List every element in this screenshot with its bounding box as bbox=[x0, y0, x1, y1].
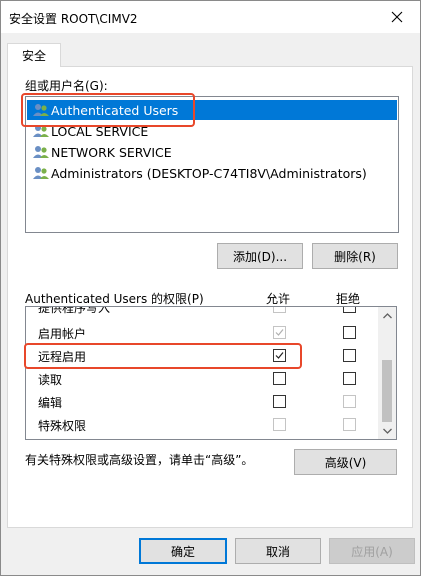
deny-checkbox[interactable] bbox=[343, 326, 356, 339]
deny-checkbox[interactable] bbox=[343, 307, 356, 313]
users-group-icon bbox=[33, 146, 49, 158]
window-title: 安全设置 ROOT\CIMV2 bbox=[9, 12, 138, 26]
chevron-up-icon bbox=[382, 312, 392, 318]
user-list[interactable]: Authenticated Users LOCAL SERVICE NETWOR… bbox=[25, 96, 399, 233]
permission-name: 启用帐户 bbox=[38, 327, 87, 341]
list-item-administrators[interactable]: Administrators (DESKTOP-C74TI8V\Administ… bbox=[27, 163, 397, 183]
allow-column-header: 允许 bbox=[266, 292, 291, 306]
permissions-title: Authenticated Users 的权限(P) bbox=[25, 292, 204, 306]
list-item-local-service[interactable]: LOCAL SERVICE bbox=[27, 121, 397, 141]
permission-name: 特殊权限 bbox=[38, 419, 87, 433]
permission-row: 远程启用 bbox=[26, 344, 378, 367]
scroll-up-arrow[interactable] bbox=[378, 307, 396, 324]
remove-button[interactable]: 删除(R) bbox=[312, 243, 398, 269]
checkmark-icon bbox=[275, 352, 284, 359]
allow-checkbox[interactable] bbox=[273, 395, 286, 408]
advanced-button[interactable]: 高级(V) bbox=[294, 449, 397, 475]
allow-checkbox[interactable] bbox=[273, 349, 286, 362]
deny-column-header: 拒绝 bbox=[336, 292, 361, 306]
group-users-label: 组或用户名(G): bbox=[25, 79, 108, 93]
list-item-network-service[interactable]: NETWORK SERVICE bbox=[27, 142, 397, 162]
advanced-help-text: 有关特殊权限或高级设置，请单击“高级”。 bbox=[25, 453, 254, 467]
permission-name: 提供程序写入 bbox=[38, 306, 111, 315]
scroll-down-arrow[interactable] bbox=[378, 422, 396, 439]
allow-checkbox bbox=[273, 418, 286, 431]
cancel-button[interactable]: 取消 bbox=[235, 538, 321, 564]
allow-checkbox bbox=[273, 307, 286, 313]
permission-row: 启用帐户 bbox=[26, 321, 378, 344]
close-button[interactable] bbox=[374, 1, 420, 33]
permission-name: 读取 bbox=[38, 373, 63, 387]
users-group-icon bbox=[33, 104, 49, 116]
tab-security-label: 安全 bbox=[21, 49, 46, 63]
list-item-label: LOCAL SERVICE bbox=[51, 123, 149, 139]
permissions-list[interactable]: 提供程序写入 启用帐户 远程启用 读取 编辑 特殊权限 bbox=[25, 306, 397, 440]
allow-checkbox[interactable] bbox=[273, 372, 286, 385]
list-item-authenticated-users[interactable]: Authenticated Users bbox=[27, 100, 397, 120]
scroll-thumb[interactable] bbox=[382, 360, 392, 422]
deny-checkbox bbox=[343, 418, 356, 431]
close-icon bbox=[391, 11, 403, 23]
chevron-down-icon bbox=[382, 428, 392, 434]
list-item-label: Administrators (DESKTOP-C74TI8V\Administ… bbox=[51, 165, 367, 181]
title-bar: 安全设置 ROOT\CIMV2 bbox=[1, 1, 420, 33]
list-item-label: Authenticated Users bbox=[51, 102, 179, 118]
allow-checkbox bbox=[273, 326, 286, 339]
list-item-label: NETWORK SERVICE bbox=[51, 144, 172, 160]
users-group-icon bbox=[33, 125, 49, 137]
tab-security[interactable]: 安全 bbox=[7, 43, 61, 67]
permissions-scrollbar[interactable] bbox=[378, 307, 396, 439]
security-settings-dialog: 安全设置 ROOT\CIMV2 安全 组或用户名(G): Authenticat… bbox=[0, 0, 421, 576]
deny-checkbox bbox=[343, 395, 356, 408]
permission-row: 读取 bbox=[26, 367, 378, 390]
permission-row: 编辑 bbox=[26, 390, 378, 413]
checkmark-icon bbox=[275, 329, 284, 336]
ok-button[interactable]: 确定 bbox=[139, 538, 227, 564]
deny-checkbox[interactable] bbox=[343, 349, 356, 362]
permission-row: 特殊权限 bbox=[26, 413, 378, 436]
permission-row: 提供程序写入 bbox=[26, 306, 378, 318]
apply-button: 应用(A) bbox=[329, 538, 415, 564]
deny-checkbox[interactable] bbox=[343, 372, 356, 385]
permission-name: 编辑 bbox=[38, 396, 63, 410]
permission-name: 远程启用 bbox=[38, 350, 87, 364]
users-group-icon bbox=[33, 167, 49, 179]
add-button[interactable]: 添加(D)... bbox=[217, 243, 303, 269]
